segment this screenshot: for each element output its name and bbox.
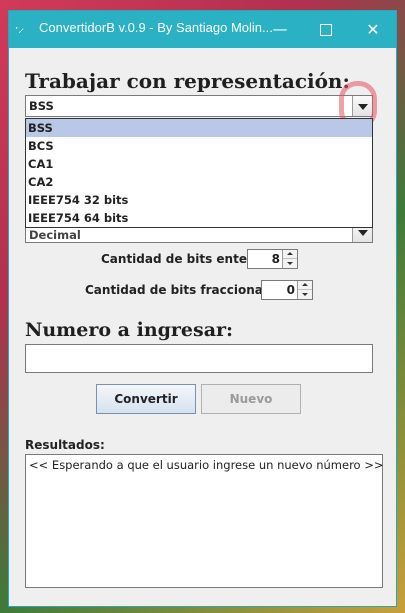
minimize-button[interactable]: —: [257, 11, 303, 48]
results-text: << Esperando a que el usuario ingrese un…: [29, 458, 384, 472]
results-label: Resultados:: [25, 438, 105, 452]
results-textarea[interactable]: << Esperando a que el usuario ingrese un…: [25, 454, 384, 588]
dropdown-option-ieee754-32[interactable]: IEEE754 32 bits: [26, 191, 372, 209]
spinner-up-icon[interactable]: [283, 250, 297, 259]
close-button[interactable]: ✕: [350, 11, 396, 48]
app-window: ⸱⸝ ConvertidorB v.0.9 - By Santiago Moli…: [8, 10, 397, 607]
app-icon: ⸱⸝: [15, 21, 25, 35]
convert-button[interactable]: Convertir: [96, 384, 196, 414]
dropdown-option-ca2[interactable]: CA2: [26, 173, 372, 191]
spinner-up-icon[interactable]: [298, 281, 312, 290]
representation-heading: Trabajar con representación:: [25, 69, 350, 93]
number-heading: Numero a ingresar:: [25, 319, 234, 341]
fraction-bits-value: 0: [286, 283, 295, 297]
maximize-icon: [320, 23, 332, 36]
maximize-button[interactable]: [303, 11, 349, 48]
representation-dropdown-list: BSS BCS CA1 CA2 IEEE754 32 bits IEEE754 …: [25, 118, 373, 228]
integer-bits-spinner[interactable]: 8: [247, 249, 298, 269]
spinner-down-icon[interactable]: [283, 259, 297, 268]
spinner-arrows: [282, 250, 297, 268]
spinner-arrows: [297, 281, 312, 299]
integer-bits-value: 8: [271, 252, 280, 266]
fraction-bits-spinner[interactable]: 0: [261, 280, 313, 300]
spinner-down-icon[interactable]: [298, 290, 312, 299]
representation-combobox-value: BSS: [29, 99, 54, 113]
base-combobox-value: Decimal: [29, 228, 81, 242]
new-button[interactable]: Nuevo: [201, 384, 301, 414]
dropdown-option-bcs[interactable]: BCS: [26, 137, 372, 155]
dropdown-option-ca1[interactable]: CA1: [26, 155, 372, 173]
number-input[interactable]: [25, 344, 373, 373]
window-title: ConvertidorB v.0.9 - By Santiago Molin..…: [39, 20, 273, 35]
dropdown-option-bss[interactable]: BSS: [26, 119, 372, 137]
representation-combobox[interactable]: BSS: [25, 95, 373, 117]
dropdown-option-ieee754-64[interactable]: IEEE754 64 bits: [26, 209, 372, 227]
title-bar[interactable]: ⸱⸝ ConvertidorB v.0.9 - By Santiago Moli…: [9, 11, 396, 48]
